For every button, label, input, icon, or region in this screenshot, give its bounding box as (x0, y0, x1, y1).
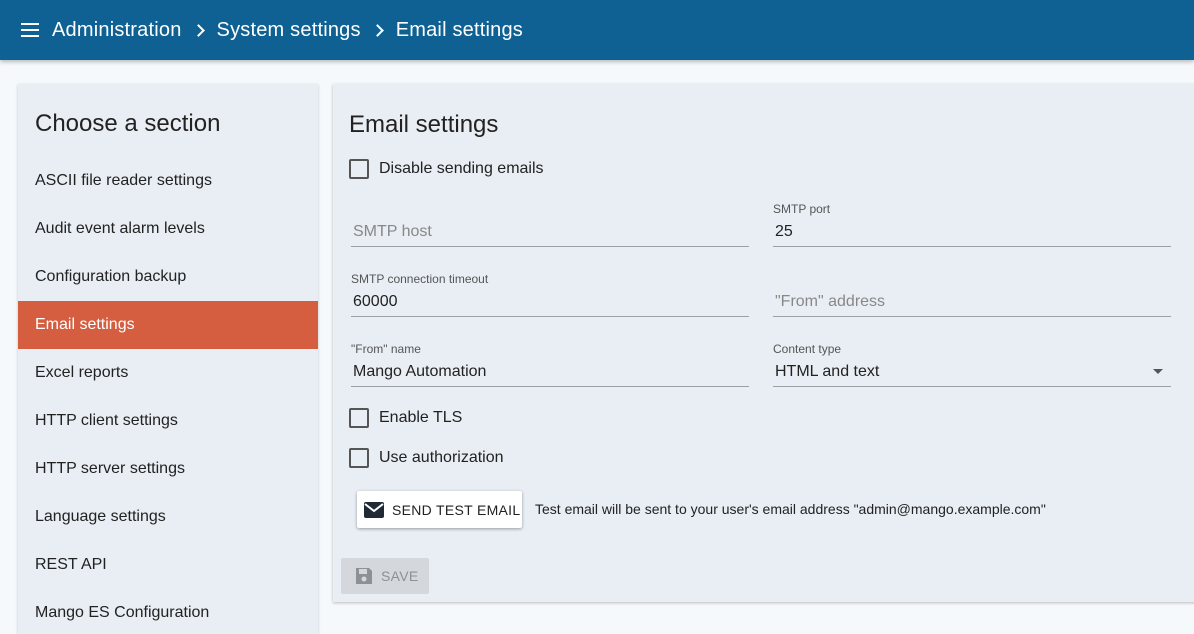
smtp-timeout-input[interactable] (351, 287, 749, 317)
chevron-right-icon (191, 23, 205, 37)
from-address-label (773, 272, 1171, 287)
test-email-note: Test email will be sent to your user's e… (535, 501, 1046, 517)
sidebar-item-mango-es-configuration[interactable]: Mango ES Configuration (18, 589, 318, 634)
page-title: Email settings (349, 111, 499, 138)
smtp-host-input[interactable] (351, 217, 749, 247)
content-type-value: HTML and text (775, 362, 880, 380)
use-auth-checkbox[interactable] (349, 448, 369, 468)
enable-tls-label: Enable TLS (379, 409, 463, 426)
from-name-label: "From" name (351, 342, 421, 356)
sidebar-item-rest-api[interactable]: REST API (18, 541, 318, 589)
floppy-disk-icon (355, 567, 373, 585)
enable-tls-checkbox-row[interactable]: Enable TLS (349, 408, 462, 428)
content-type-label: Content type (773, 342, 842, 356)
from-name-field: "From" name (351, 342, 749, 387)
email-settings-panel: Email settings Disable sending emails SM… (333, 84, 1194, 602)
smtp-host-label (351, 202, 749, 217)
use-auth-label: Use authorization (379, 449, 504, 466)
content-type-field: Content type HTML and text (773, 342, 1171, 387)
sidebar-item-ascii-file-reader[interactable]: ASCII file reader settings (18, 157, 318, 205)
from-address-input[interactable] (773, 287, 1171, 317)
sidebar-item-email-settings[interactable]: Email settings (18, 301, 318, 349)
smtp-port-input[interactable] (773, 217, 1171, 247)
enable-tls-checkbox[interactable] (349, 408, 369, 428)
sidebar-item-excel-reports[interactable]: Excel reports (18, 349, 318, 397)
from-address-field (773, 272, 1171, 317)
section-sidebar: Choose a section ASCII file reader setti… (18, 84, 318, 634)
breadcrumb-system-settings[interactable]: System settings (217, 19, 361, 42)
use-auth-checkbox-row[interactable]: Use authorization (349, 448, 504, 468)
content-type-select[interactable]: HTML and text (773, 357, 1171, 387)
app-header: Administration System settings Email set… (0, 0, 1194, 60)
disable-sending-label: Disable sending emails (379, 160, 544, 177)
arrow-drop-down-icon (1153, 369, 1163, 374)
menu-icon[interactable] (21, 22, 41, 38)
smtp-port-label: SMTP port (773, 202, 831, 216)
disable-sending-checkbox[interactable] (349, 159, 369, 179)
sidebar-item-audit-event-alarm-levels[interactable]: Audit event alarm levels (18, 205, 318, 253)
sidebar-item-configuration-backup[interactable]: Configuration backup (18, 253, 318, 301)
sidebar-item-language-settings[interactable]: Language settings (18, 493, 318, 541)
email-icon (364, 501, 384, 518)
smtp-port-field: SMTP port (773, 202, 1171, 247)
sidebar-item-http-server-settings[interactable]: HTTP server settings (18, 445, 318, 493)
sidebar-title: Choose a section (35, 110, 221, 137)
save-button-label: SAVE (381, 568, 419, 584)
send-test-email-label: SEND TEST EMAIL (392, 501, 521, 518)
breadcrumb-email-settings: Email settings (395, 18, 523, 41)
smtp-timeout-field: SMTP connection timeout (351, 272, 749, 317)
smtp-host-field (351, 202, 749, 247)
from-name-input[interactable] (351, 357, 749, 387)
disable-sending-checkbox-row[interactable]: Disable sending emails (349, 159, 544, 179)
save-button[interactable]: SAVE (341, 558, 429, 594)
breadcrumb-administration[interactable]: Administration (52, 19, 182, 42)
smtp-timeout-label: SMTP connection timeout (351, 272, 489, 286)
chevron-right-icon (370, 23, 384, 37)
send-test-email-button[interactable]: SEND TEST EMAIL (357, 491, 522, 528)
sidebar-item-http-client-settings[interactable]: HTTP client settings (18, 397, 318, 445)
